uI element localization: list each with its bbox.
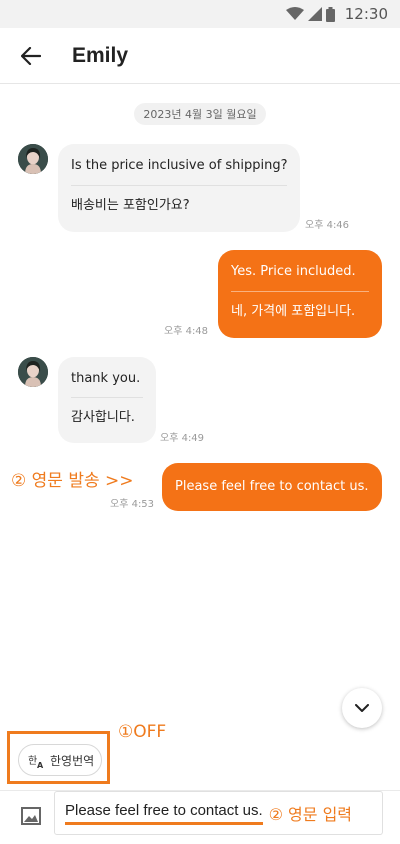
message-bubble-outgoing[interactable]: Yes. Price included. 네, 가격에 포함입니다. bbox=[218, 250, 382, 338]
annotation-send-english: ② 영문 발송 >> bbox=[11, 471, 134, 491]
chat-header: Emily bbox=[0, 28, 400, 84]
message-original-text: Is the price inclusive of shipping? bbox=[71, 158, 288, 173]
annotation-translate-off: ①OFF bbox=[118, 722, 167, 742]
message-input[interactable]: Please feel free to contact us. ② 영문 입력 bbox=[54, 791, 383, 835]
translation-divider bbox=[71, 397, 143, 398]
message-translated-text: 감사합니다. bbox=[71, 410, 135, 425]
message-original-text: Please feel free to contact us. bbox=[175, 479, 369, 494]
message-composer: Please feel free to contact us. ② 영문 입력 bbox=[0, 790, 400, 844]
message-translated-text: 배송비는 포함인가요? bbox=[71, 198, 190, 213]
status-bar: 12:30 bbox=[0, 0, 400, 28]
status-time: 12:30 bbox=[344, 5, 388, 23]
message-bubble-incoming[interactable]: Is the price inclusive of shipping? 배송비는… bbox=[58, 144, 300, 232]
chevron-down-icon bbox=[355, 703, 369, 712]
message-original-text: Yes. Price included. bbox=[231, 264, 356, 279]
message-timestamp: 오후 4:46 bbox=[305, 220, 350, 231]
cellular-signal-icon bbox=[307, 7, 322, 21]
chat-partner-name: Emily bbox=[72, 44, 129, 67]
message-bubble-outgoing[interactable]: Please feel free to contact us. bbox=[162, 463, 382, 511]
message-timestamp: 오후 4:53 bbox=[110, 499, 155, 510]
image-icon bbox=[21, 807, 41, 825]
avatar[interactable] bbox=[18, 144, 48, 174]
message-bubble-incoming[interactable]: thank you. 감사합니다. bbox=[58, 357, 156, 443]
translate-toggle-button[interactable]: 한 A 한영번역 bbox=[18, 744, 102, 776]
annotation-input-english: ② 영문 입력 bbox=[268, 805, 353, 824]
message-timestamp: 오후 4:48 bbox=[164, 326, 209, 337]
profile-photo bbox=[18, 144, 48, 174]
back-button[interactable] bbox=[16, 42, 46, 70]
translate-toggle-label: 한영번역 bbox=[50, 753, 95, 768]
avatar[interactable] bbox=[18, 357, 48, 387]
message-timestamp: 오후 4:49 bbox=[160, 433, 205, 444]
translation-divider bbox=[71, 185, 287, 186]
translation-divider bbox=[231, 291, 369, 292]
svg-text:한: 한 bbox=[28, 755, 37, 767]
date-separator: 2023년 4월 3일 월요일 bbox=[134, 103, 266, 125]
attach-image-button[interactable] bbox=[20, 805, 42, 827]
svg-text:A: A bbox=[37, 761, 44, 768]
arrow-left-icon bbox=[21, 47, 41, 65]
translate-icon: 한 A bbox=[28, 755, 44, 768]
message-input-value: Please feel free to contact us. bbox=[65, 802, 263, 825]
message-translated-text: 네, 가격에 포함입니다. bbox=[231, 304, 356, 319]
scroll-to-bottom-button[interactable] bbox=[342, 688, 382, 728]
status-icons: 12:30 bbox=[285, 5, 388, 23]
battery-icon bbox=[325, 6, 335, 22]
wifi-icon bbox=[285, 7, 304, 20]
chat-message-list[interactable]: 2023년 4월 3일 월요일 Is the price inclusive o… bbox=[0, 85, 400, 728]
profile-photo bbox=[18, 357, 48, 387]
message-original-text: thank you. bbox=[71, 371, 141, 386]
